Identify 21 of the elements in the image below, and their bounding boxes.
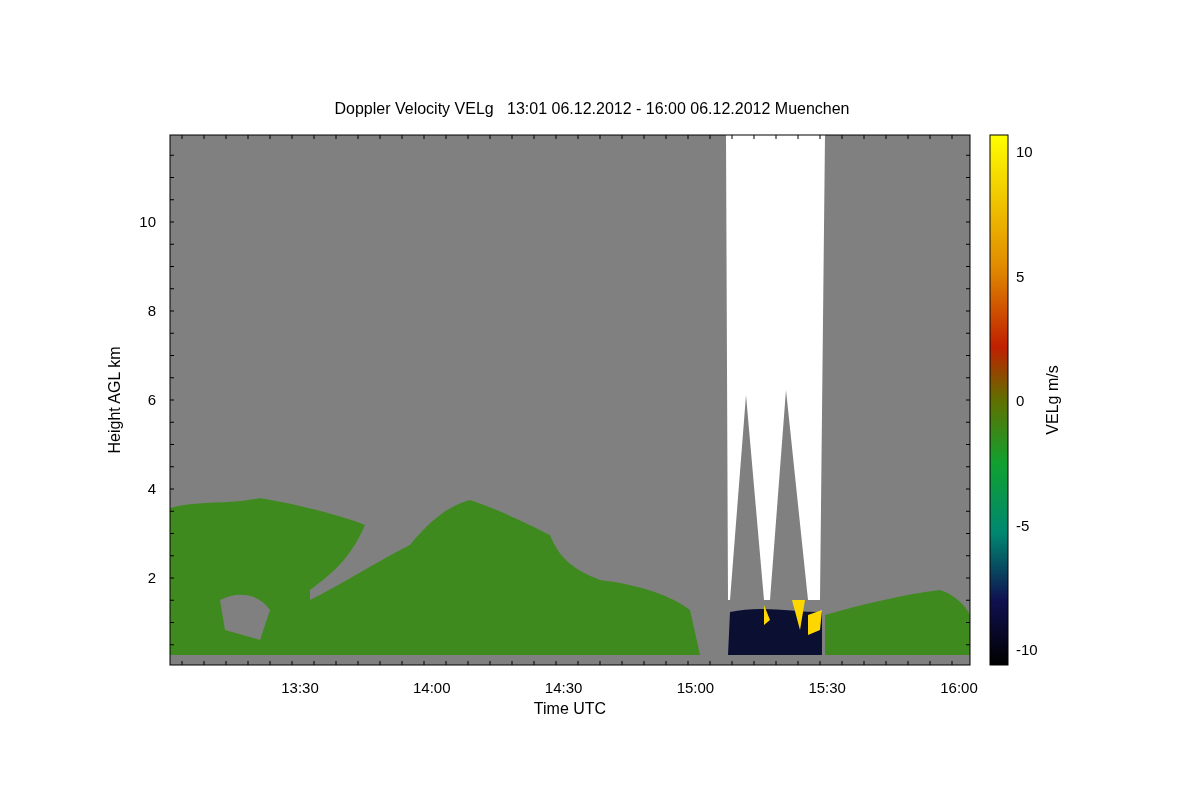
colorbar-tick-label: 5 (1016, 267, 1025, 285)
x-tick-label: 14:00 (413, 679, 451, 696)
y-tick-label: 8 (147, 302, 156, 319)
y-tick-label: 2 (147, 569, 156, 586)
chart-title: Doppler Velocity VELg 13:01 06.12.2012 - 16:00 06.12.2012 Muenchen (334, 100, 850, 117)
y-tick-label: 6 (147, 391, 156, 408)
colorbar-tick-label: 10 (1016, 143, 1033, 160)
x-tick-label: 13:30 (281, 679, 319, 696)
colorbar-label: VELg m/s (1044, 365, 1061, 435)
x-tick-label: 15:00 (676, 679, 715, 696)
y-tick-label: 4 (147, 480, 156, 497)
x-tick-label: 14:30 (544, 679, 583, 696)
x-tick-label: 16:00 (940, 679, 978, 696)
x-tick-label: 15:30 (808, 679, 846, 696)
colorbar-tick-label: -5 (1016, 516, 1030, 534)
y-tick-label: 10 (139, 213, 156, 230)
colorbar-tick-label: -10 (1016, 641, 1038, 658)
y-axis-label: Height AGL km (106, 346, 123, 454)
colorbar-tick-label: 0 (1016, 392, 1025, 409)
x-axis-label: Time UTC (533, 700, 607, 717)
upward-velocity-region (764, 600, 822, 635)
